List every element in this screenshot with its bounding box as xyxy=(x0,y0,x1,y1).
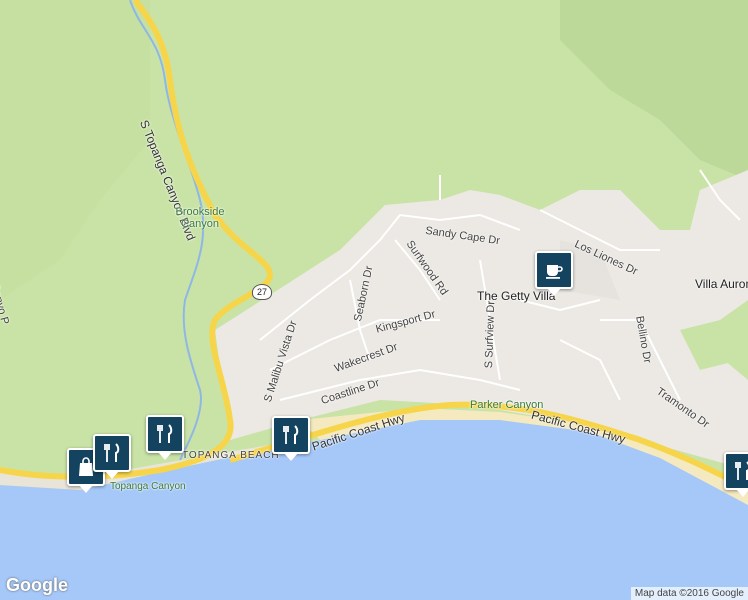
label-brookside-canyon: Brookside Canyon xyxy=(175,206,225,230)
label-topanga-beach: TOPANGA BEACH xyxy=(182,450,280,461)
coffee-cup-icon xyxy=(546,265,563,279)
label-topanga-canyon: Topanga Canyon xyxy=(110,481,186,492)
route-27-shield: 27 xyxy=(252,284,272,300)
map-canvas[interactable] xyxy=(0,0,748,600)
restaurant-marker[interactable] xyxy=(146,415,184,460)
label-s-surfview-dr: S Surfview Dr xyxy=(483,300,498,369)
fork-knife-icon xyxy=(157,424,173,443)
map-attribution[interactable]: Map data ©2016 Google xyxy=(630,587,748,600)
fork-knife-icon xyxy=(735,461,748,480)
restaurant-marker[interactable] xyxy=(272,416,310,461)
restaurant-marker[interactable] xyxy=(724,452,748,497)
cafe-marker[interactable] xyxy=(535,251,573,296)
google-logo[interactable]: Google xyxy=(6,575,68,596)
restaurant-marker[interactable] xyxy=(93,434,131,479)
fork-knife-icon xyxy=(104,443,120,462)
label-villa-aurora[interactable]: Villa Auron xyxy=(695,277,748,291)
fork-knife-icon xyxy=(283,425,299,444)
